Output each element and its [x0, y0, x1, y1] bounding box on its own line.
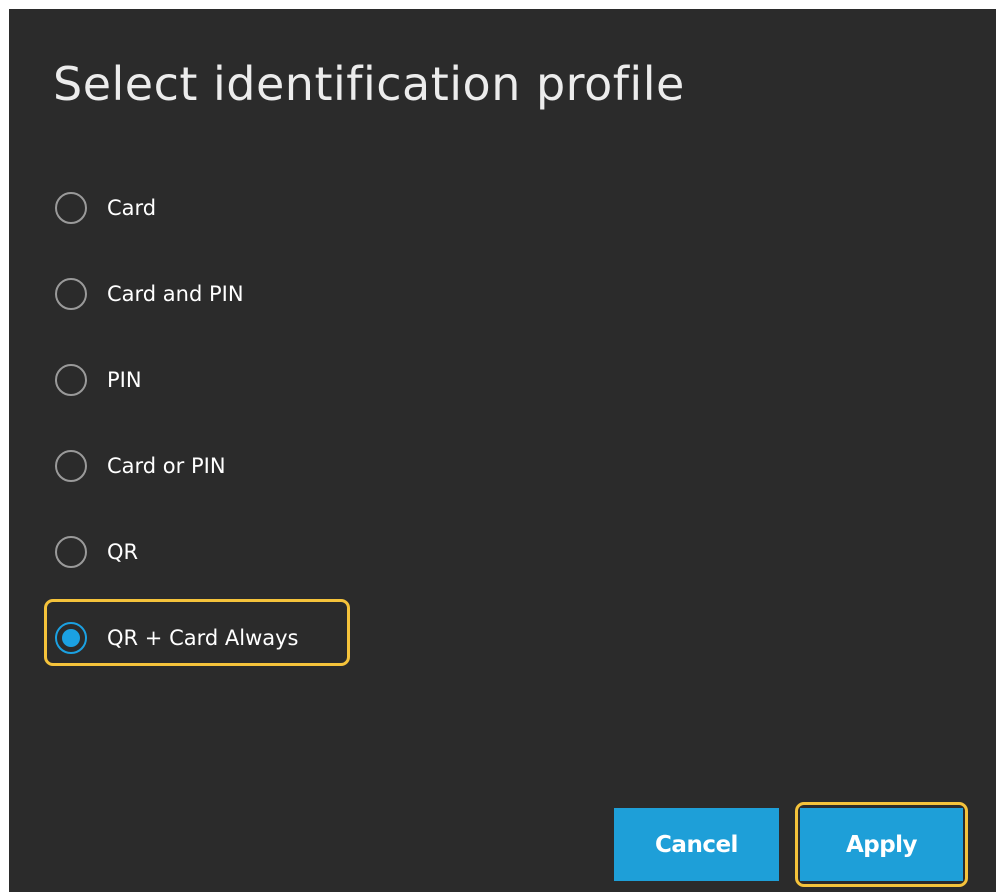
option-qr-card-always[interactable]: QR + Card Always	[49, 609, 298, 667]
option-label: QR	[107, 540, 139, 564]
dialog-title: Select identification profile	[53, 57, 685, 111]
identification-profile-dialog: Select identification profile Card Card …	[9, 9, 996, 892]
cancel-button[interactable]: Cancel	[614, 808, 779, 881]
option-qr[interactable]: QR	[49, 523, 138, 581]
option-pin[interactable]: PIN	[49, 351, 142, 409]
option-label: QR + Card Always	[107, 626, 299, 650]
option-card[interactable]: Card	[49, 179, 156, 237]
radio-icon[interactable]	[55, 536, 87, 568]
radio-icon[interactable]	[55, 278, 87, 310]
option-card-and-pin[interactable]: Card and PIN	[49, 265, 244, 323]
radio-icon[interactable]	[55, 450, 87, 482]
apply-button[interactable]: Apply	[800, 808, 963, 881]
option-label: Card	[107, 196, 157, 220]
radio-selected-icon[interactable]	[55, 622, 87, 654]
radio-icon[interactable]	[55, 192, 87, 224]
option-label: PIN	[107, 368, 142, 392]
option-label: Card or PIN	[107, 454, 226, 478]
option-card-or-pin[interactable]: Card or PIN	[49, 437, 226, 495]
option-label: Card and PIN	[107, 282, 244, 306]
radio-icon[interactable]	[55, 364, 87, 396]
